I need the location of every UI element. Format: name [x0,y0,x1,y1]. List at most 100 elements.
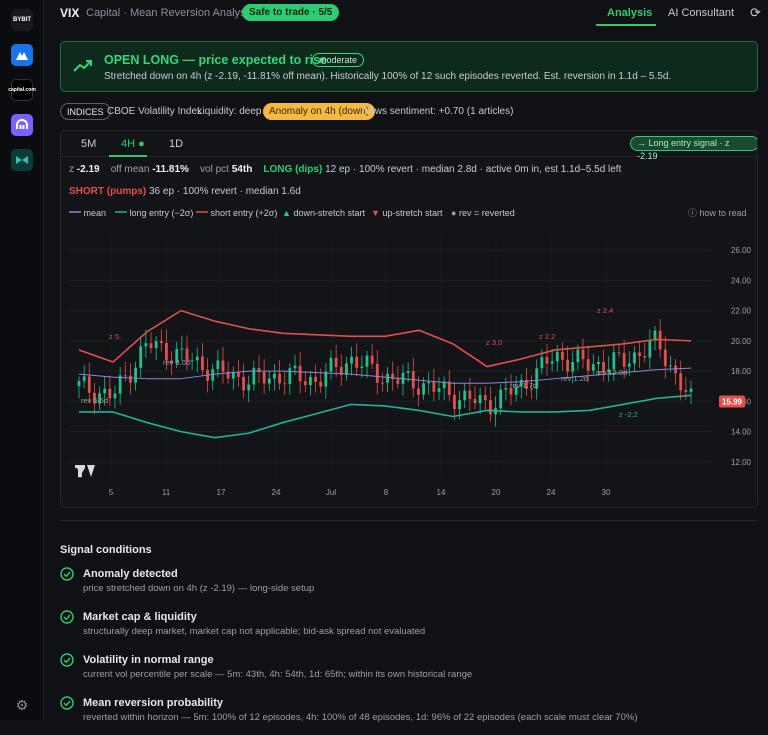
price-chart[interactable]: z 5. rev 3.0d rev 5.5d z 3.0 z 2.2 z 2.4 rev 1… [61,227,758,507]
main-area: VIX Capital · Mean Reversion Analysis Sa… [44,0,768,723]
candle-body [201,356,204,371]
candle-body [386,373,389,383]
z-value: -2.19 [76,164,100,175]
legend-down-label: down-stretch start [293,208,365,218]
candle-body [617,352,621,354]
how-to-read-link[interactable]: ⓘ how to read [688,207,747,219]
mean-swatch-icon [69,211,81,213]
candle-body [345,363,348,375]
short-label: SHORT (pumps) [69,186,147,197]
stats-row-1: z -2.19 off mean -11.81% vol pct 54th LO… [69,164,621,175]
x-tick-label: 8 [384,488,389,497]
candle-body [633,352,636,364]
z-label: z [69,164,74,175]
x-tick-label: 30 [602,488,611,497]
candle-body [622,352,626,367]
condition-title: Market cap & liquidity [83,611,197,623]
candle-body [118,375,122,394]
candle-body [422,383,425,395]
y-tick-label: 22.00 [731,307,752,316]
candle-body [267,378,271,384]
info-icon: ⓘ [688,208,698,218]
x-tick-label: 24 [547,488,556,497]
candle-body [478,395,482,404]
bowtie-logo[interactable] [11,149,33,171]
candle-body [334,357,338,367]
chart-annotation: z 5. [109,332,121,341]
condition-desc: price stretched down on 4h (z -2.19) — l… [83,583,315,594]
candle-body [329,357,333,372]
condition-item: Anomaly detected price stretched down on… [60,566,758,606]
timeframe-tabs: 5M 4H ● 1D → Long entry signal · z -2.19 [61,131,757,161]
vol-pct-label: vol pct [200,164,229,175]
candle-body [458,400,461,410]
check-circle-icon [60,567,74,581]
news-sentiment: News sentiment: +0.70 (1 articles) [362,106,514,117]
candle-body [463,390,467,401]
tab-ai-consultant[interactable]: AI Consultant [668,7,734,19]
anomaly-pill: Anomaly on 4h (down) [263,103,376,120]
x-tick-label: 17 [217,488,226,497]
candle-body [370,355,374,364]
candle-body [154,341,158,349]
candle-body [483,395,487,401]
bybit-logo[interactable]: BYBIT [11,9,33,31]
condition-item: Volatility in normal range current vol p… [60,652,758,692]
candle-body [123,375,127,377]
legend-mean-label: mean [83,208,107,218]
legend-short-label: short entry (+2σ) [210,208,278,218]
candle-body [679,373,683,391]
candle-body [489,400,492,415]
chart-annotation: z -2.2 [619,410,638,419]
instrument-info-row: INDICES CBOE Volatility Index Liquidity:… [60,103,758,121]
candle-body [319,381,323,387]
condition-desc: structurally deep market, market cap not… [83,626,426,637]
settings-gear-icon[interactable]: ⚙ [14,697,30,713]
stats-row-2: SHORT (pumps) 36 ep · 100% revert · medi… [69,186,301,197]
candle-body [597,362,600,365]
off-mean-value: -11.81% [152,164,189,175]
y-tick-label: 14.00 [731,428,752,437]
up-triangle-icon: ▲ [282,208,291,218]
candle-body [468,390,472,400]
vol-pct-value: 54th [231,164,253,175]
tab-1d[interactable]: 1D [169,138,183,150]
candle-body [406,371,410,373]
active-dot-icon: ● [138,138,145,150]
chart-card: 5M 4H ● 1D → Long entry signal · z -2.19… [60,130,758,508]
tab-4h[interactable]: 4H ● [121,138,145,150]
tab-analysis[interactable]: Analysis [607,7,652,19]
long-label: LONG (dips) [263,164,323,175]
chart-annotation: z 2.4 [597,306,613,315]
x-tick-label: 14 [437,488,446,497]
tradingview-logo: 𝟕 [75,464,95,480]
candle-body [447,381,451,396]
candle-body [139,346,143,368]
candle-body [283,383,287,385]
top-bar: VIX Capital · Mean Reversion Analysis Sa… [44,0,768,28]
legend-long: long entry (−2σ) [115,207,193,219]
candle-body [247,384,251,391]
short-stats: 36 ep · 100% revert · median 1.6d [149,186,301,197]
refresh-icon[interactable]: ⟳ [750,5,761,21]
tab-underline [596,24,656,26]
candle-body [190,360,194,362]
candle-body [627,363,631,367]
app-m-logo[interactable] [11,44,33,66]
kraken-logo[interactable] [11,114,33,136]
section-title: Signal conditions [60,544,152,556]
candle-body [638,352,641,357]
off-mean-label: off mean [110,164,150,175]
condition-desc: current vol percentile per scale — 5m: 4… [83,669,473,680]
candle-body [113,393,117,399]
candle-body [365,355,369,367]
y-tick-label: 18.00 [731,367,752,376]
candle-body [129,375,132,383]
capital-logo[interactable]: capital.com [8,79,36,101]
candle-body [504,388,508,390]
candle-body [550,361,554,364]
candle-body [159,341,163,344]
candle-body [221,360,225,372]
tab-5m[interactable]: 5M [81,138,96,150]
legend-down-stretch: ▲ down-stretch start [282,207,365,219]
